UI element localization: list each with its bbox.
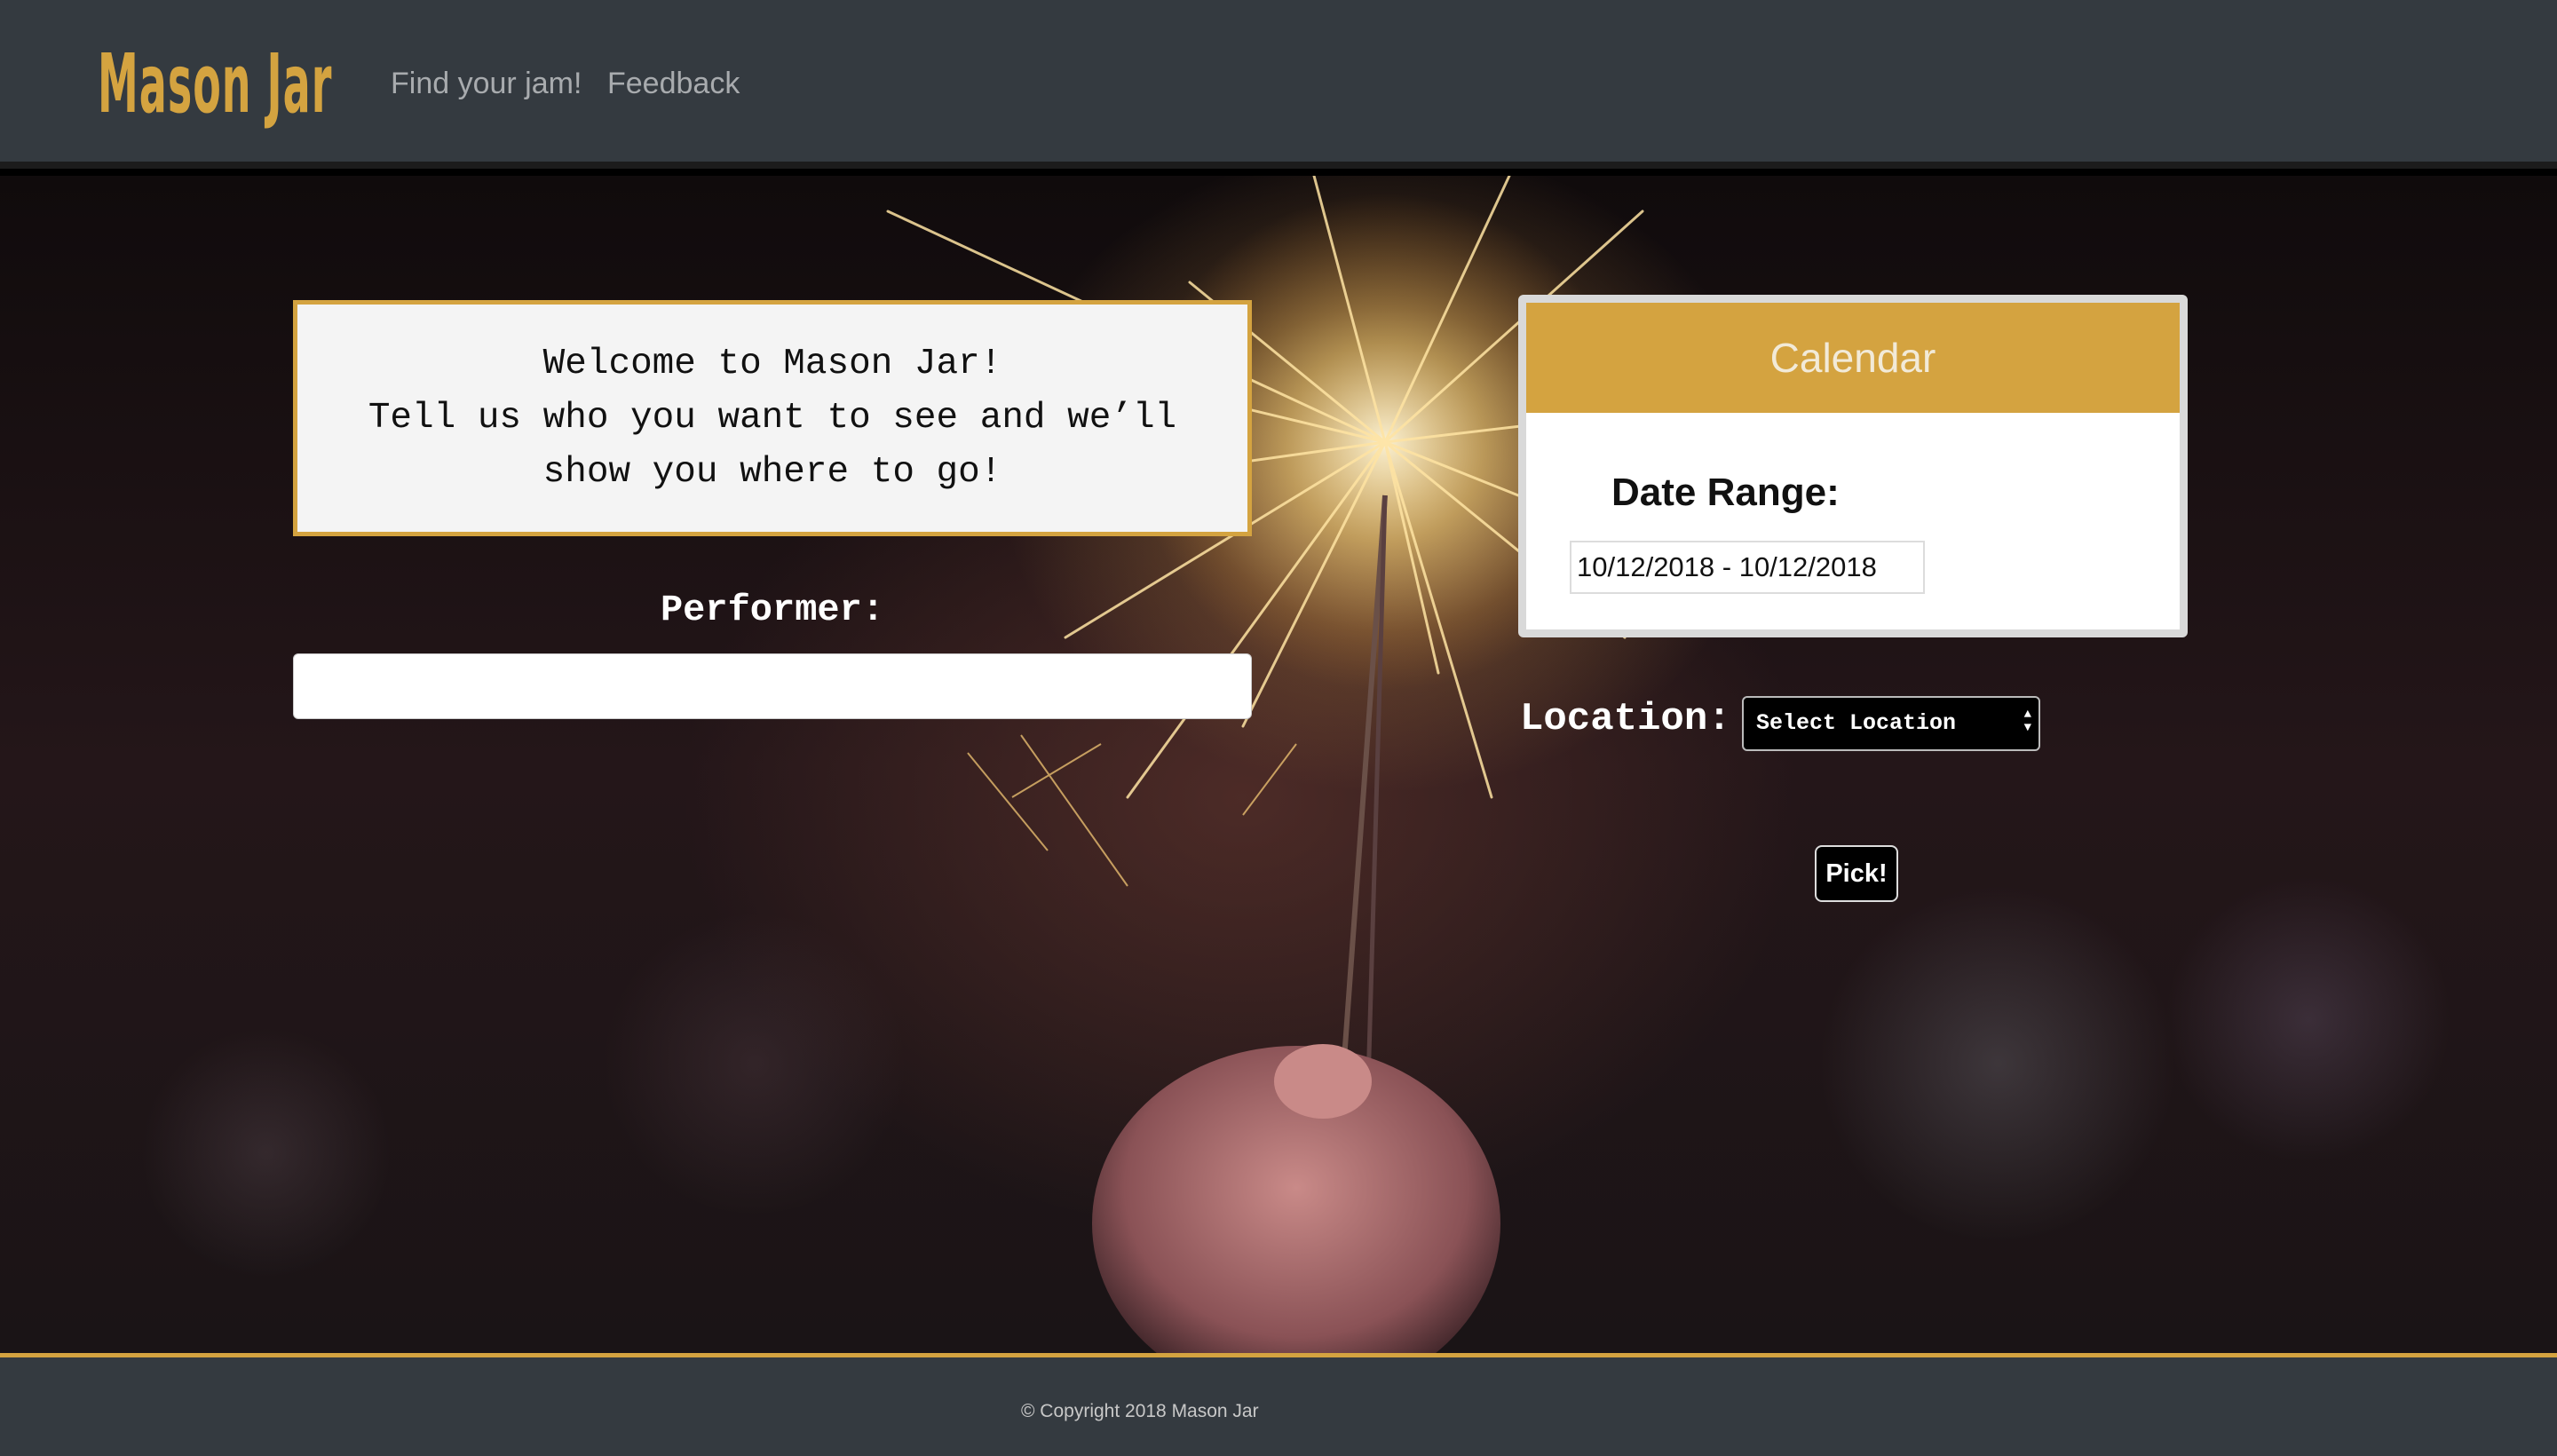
copyright-text: © Copyright 2018 Mason Jar [1021,1401,1259,1421]
date-range-input[interactable] [1570,541,1925,594]
navbar: Mason Jar Find your jam! Feedback [0,0,2557,169]
nav-link-find-your-jam[interactable]: Find your jam! [391,64,582,103]
location-select-value: Select Location [1756,710,1957,736]
footer: © Copyright 2018 Mason Jar [0,1353,2557,1456]
brand-logo[interactable]: Mason Jar [98,36,332,133]
location-label: Location: [1520,697,1731,741]
date-range-label: Date Range: [1611,471,1840,514]
up-down-arrows-icon: ▲ ▼ [2023,708,2031,735]
nav-link-feedback[interactable]: Feedback [607,64,740,103]
welcome-message-box: Welcome to Mason Jar! Tell us who you wa… [293,300,1252,536]
welcome-line-3: show you where to go! [542,451,1002,493]
welcome-line-1: Welcome to Mason Jar! [542,343,1002,384]
calendar-title: Calendar [1526,303,2180,413]
location-select[interactable]: Select Location ▲ ▼ [1742,696,2040,751]
pick-button[interactable]: Pick! [1815,845,1898,902]
performer-label: Performer: [660,589,885,631]
performer-input[interactable] [293,653,1252,719]
welcome-line-2: Tell us who you want to see and we’ll [368,397,1177,439]
hero-section: Welcome to Mason Jar! Tell us who you wa… [0,176,2557,1353]
calendar-card: Calendar Date Range: [1518,295,2188,637]
